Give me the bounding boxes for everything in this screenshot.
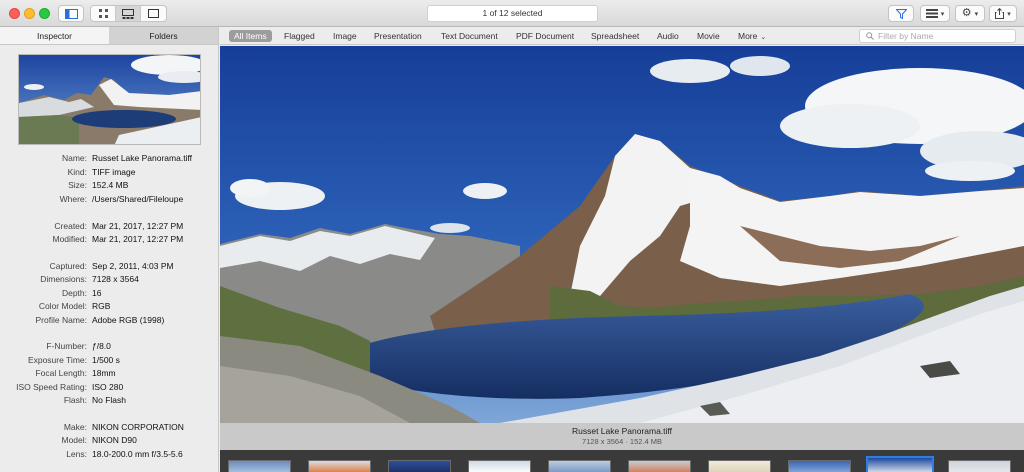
zoom-window-button[interactable] (39, 8, 50, 19)
filter-flagged[interactable]: Flagged (284, 30, 315, 42)
filter-image[interactable]: Image (333, 30, 357, 42)
left-pane-tabs: Inspector Folders (0, 27, 218, 45)
inspector-panel: Inspector Folders Name: Russet Lake Panor… (0, 27, 219, 472)
filter-more-menu[interactable]: More ⌄ (738, 30, 766, 42)
search-icon (866, 32, 874, 40)
filter-movie[interactable]: Movie (697, 30, 720, 42)
filmstrip-thumbnail[interactable] (788, 460, 851, 472)
filmstrip-thumbnail[interactable] (948, 460, 1011, 472)
sidebar-icon (64, 8, 78, 19)
single-view-icon (148, 9, 159, 18)
toggle-sidebar-button[interactable] (58, 5, 84, 22)
metadata-row: Name: Russet Lake Panorama.tiff (61, 153, 193, 163)
filmstrip-view-button[interactable] (116, 6, 141, 21)
metadata-row: Flash: No Flash (63, 395, 127, 405)
gear-icon: ⚙ (961, 7, 972, 19)
chevron-down-icon: ▾ (974, 10, 979, 18)
toolbar: 1 of 12 selected ▾ ⚙ ▾ ▾ (0, 0, 1024, 27)
metadata-row: Captured: Sep 2, 2011, 4:03 PM (49, 261, 174, 271)
filmstrip-thumbnail-selected[interactable] (866, 456, 934, 472)
filmstrip-thumbnail[interactable] (228, 460, 291, 472)
caption-file-name: Russet Lake Panorama.tiff (571, 426, 672, 436)
tab-folders[interactable]: Folders (109, 27, 218, 44)
inspector-thumbnail (18, 54, 201, 145)
filter-text-document[interactable]: Text Document (441, 30, 498, 42)
search-placeholder: Filter by Name (878, 31, 934, 41)
filter-icon (895, 8, 907, 19)
metadata-row: Dimensions: 7128 x 3564 (40, 274, 139, 284)
metadata-row: F-Number: ƒ/8.0 (46, 341, 111, 351)
metadata-row: Depth: 16 (61, 288, 102, 298)
filter-all-items[interactable]: All Items (229, 30, 272, 42)
arrange-menu-button[interactable]: ▾ (920, 5, 950, 22)
metadata-row: Make: NIKON CORPORATION (63, 422, 184, 432)
filter-by-name-search-field[interactable]: Filter by Name (859, 29, 1016, 43)
action-menu-button[interactable]: ⚙ ▾ (955, 5, 985, 22)
filmstrip-thumbnail[interactable] (388, 460, 451, 472)
filter-button[interactable] (888, 5, 914, 22)
grid-view-button[interactable] (91, 6, 116, 21)
image-caption: Russet Lake Panorama.tiff 7128 x 3564 · … (220, 423, 1024, 450)
metadata-row: Modified: Mar 21, 2017, 12:27 PM (52, 234, 184, 244)
filmstrip-thumbnail[interactable] (548, 460, 611, 472)
filmstrip-thumbnail[interactable] (708, 460, 771, 472)
filmstrip-thumbnail[interactable] (468, 460, 531, 472)
filmstrip-view-icon (122, 8, 134, 19)
close-window-button[interactable] (9, 8, 20, 19)
single-view-button[interactable] (141, 6, 166, 21)
metadata-row: Size: 152.4 MB (68, 180, 129, 190)
arrange-icon (925, 9, 938, 18)
image-viewer[interactable] (220, 46, 1024, 423)
metadata-row: Model: NIKON D90 (61, 435, 137, 445)
filmstrip (220, 450, 1024, 472)
metadata-row: Lens: 18.0-200.0 mm f/3.5-5.6 (66, 449, 183, 459)
view-mode-segmented-control (90, 5, 167, 22)
metadata-row: Focal Length: 18mm (35, 368, 116, 378)
filmstrip-thumbnail[interactable] (308, 460, 371, 472)
selection-status: 1 of 12 selected (427, 5, 598, 22)
tab-inspector[interactable]: Inspector (0, 27, 109, 44)
metadata-row: ISO Speed Rating: ISO 280 (16, 382, 124, 392)
chevron-down-icon: ▾ (1007, 10, 1011, 18)
filter-audio[interactable]: Audio (657, 30, 679, 42)
metadata-row: Profile Name: Adobe RGB (1998) (35, 315, 165, 325)
filter-spreadsheet[interactable]: Spreadsheet (591, 30, 639, 42)
chevron-down-icon: ⌄ (760, 34, 767, 41)
metadata-row: Where:/Users/Shared/Fileloupe (59, 194, 184, 204)
grid-view-icon (98, 9, 108, 18)
share-menu-button[interactable]: ▾ (989, 5, 1017, 22)
filter-pdf-document[interactable]: PDF Document (516, 30, 574, 42)
metadata-row: Created: Mar 21, 2017, 12:27 PM (54, 221, 184, 231)
chevron-down-icon: ▾ (940, 10, 945, 18)
share-icon (995, 8, 1005, 19)
metadata-row: Kind: TIFF image (67, 167, 136, 177)
metadata-row: Color Model: RGB (38, 301, 111, 311)
filter-presentation[interactable]: Presentation (374, 30, 422, 42)
metadata-row: Exposure Time: 1/500 s (27, 355, 120, 365)
filmstrip-thumbnail[interactable] (628, 460, 691, 472)
minimize-window-button[interactable] (24, 8, 35, 19)
caption-file-info: 7128 x 3564 · 152.4 MB (581, 437, 663, 446)
